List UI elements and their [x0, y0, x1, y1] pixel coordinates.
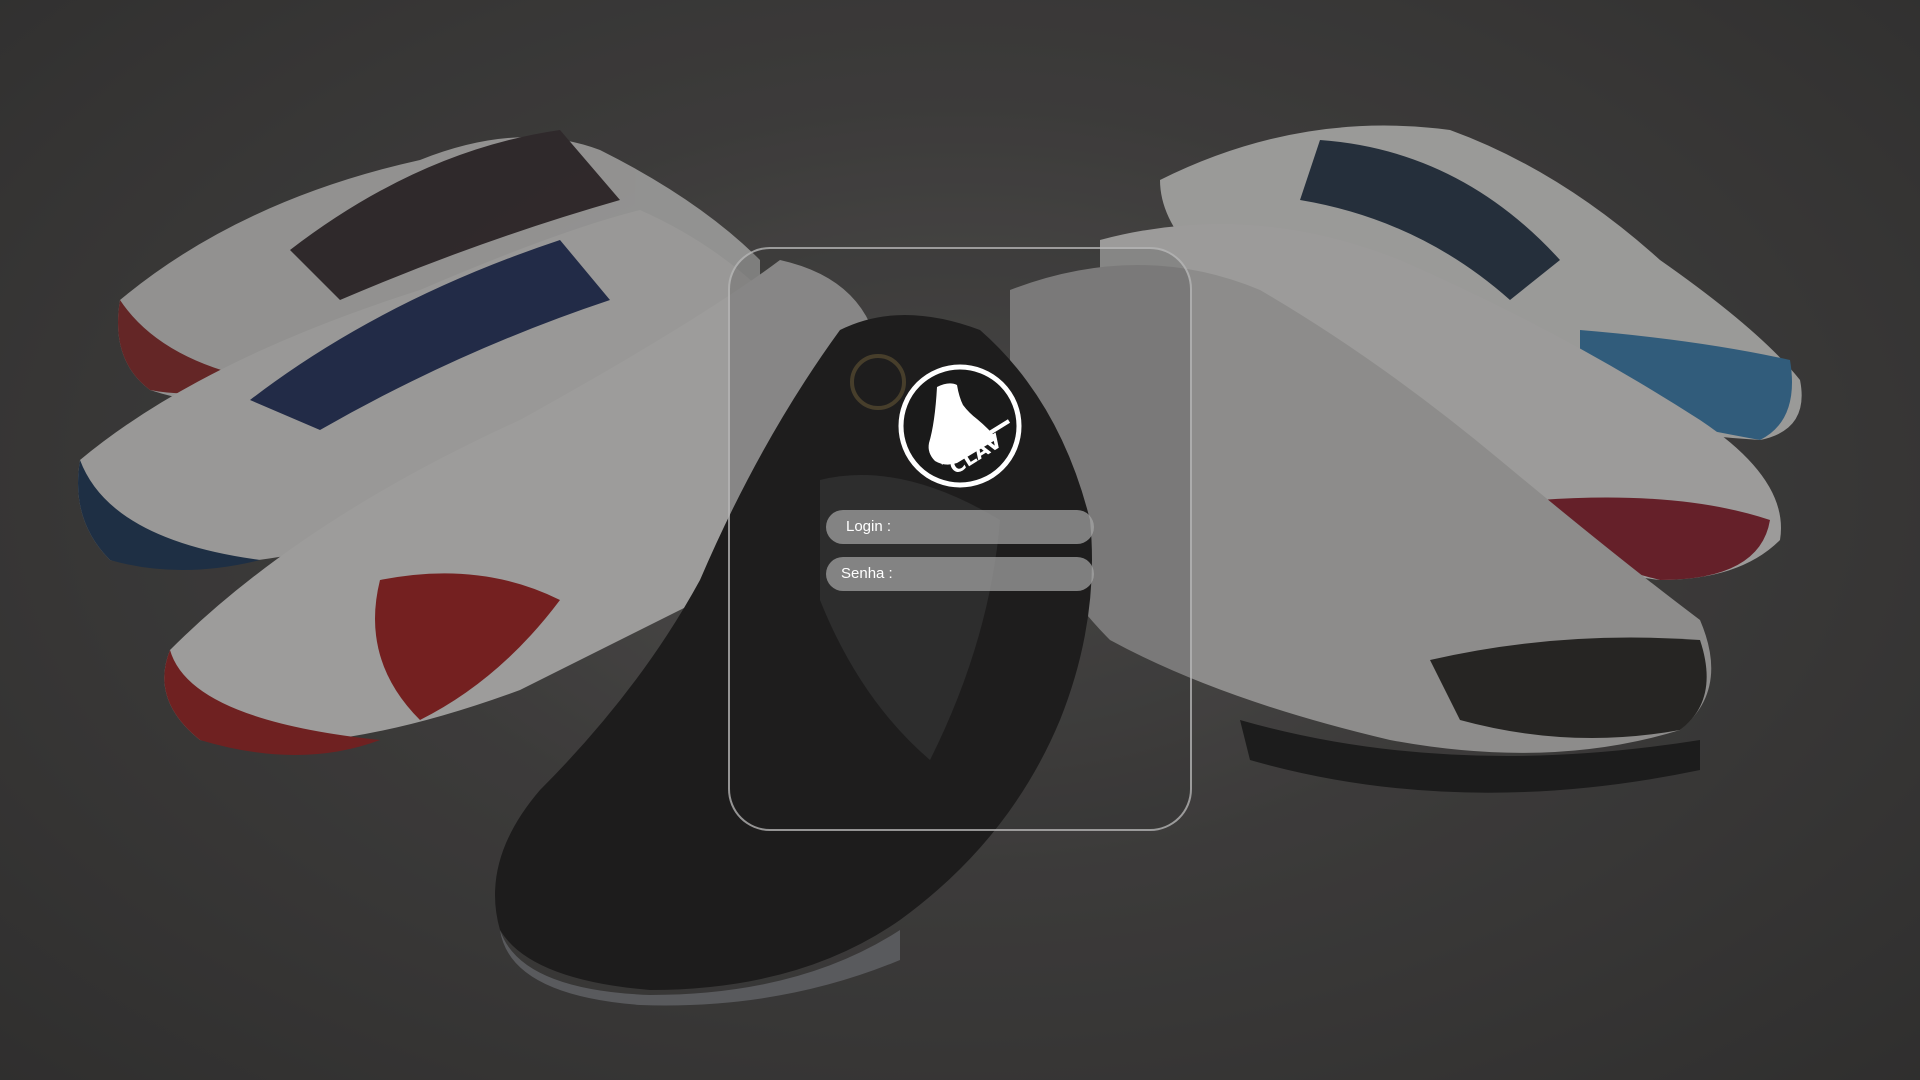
senha-input[interactable]	[906, 557, 1090, 593]
senha-label: Senha :	[841, 565, 893, 582]
login-field[interactable]: Login :	[826, 510, 1094, 546]
brand-logo: CLAV	[898, 364, 1022, 488]
senha-field[interactable]: Senha :	[826, 557, 1094, 593]
login-page: CLAV Login : Senha :	[0, 0, 1920, 1080]
login-input[interactable]	[906, 510, 1090, 546]
login-label: Login :	[846, 518, 892, 535]
